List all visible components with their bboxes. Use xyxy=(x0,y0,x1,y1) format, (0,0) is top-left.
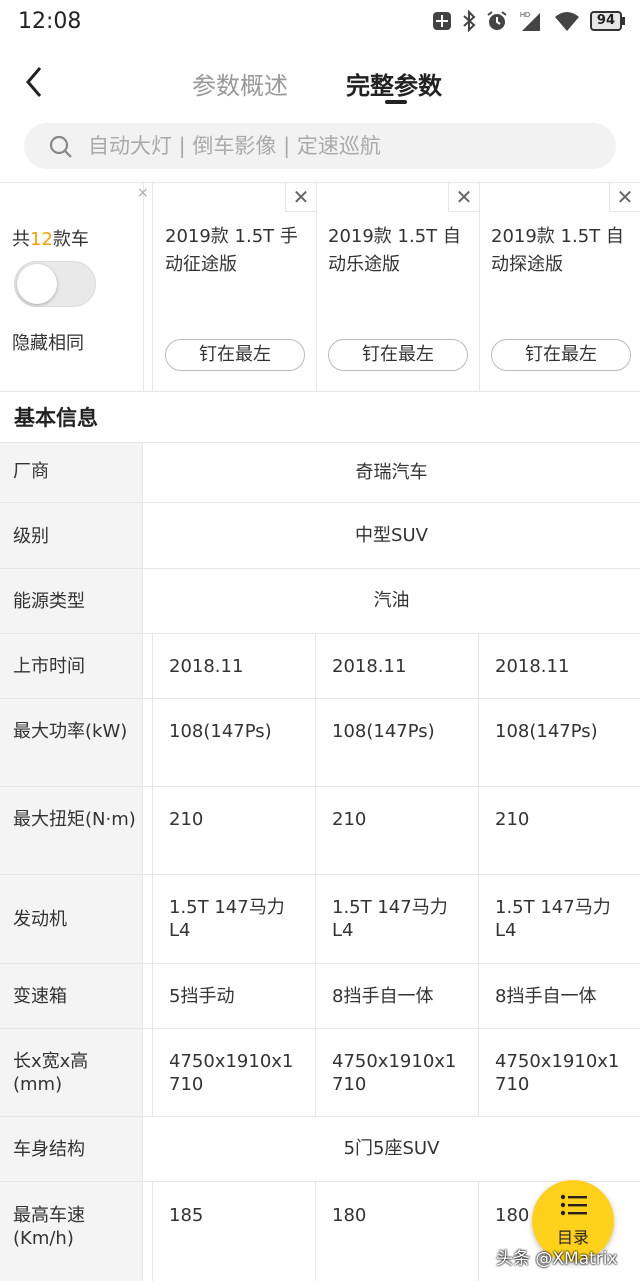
model-name: 2019款 1.5T 自动探途版 xyxy=(491,226,624,275)
model-column: ✕ 2019款 1.5T 自动探途版 钉在最左 xyxy=(479,183,640,391)
plus-box-icon xyxy=(432,12,451,30)
param-cell: 210 xyxy=(153,787,316,874)
pin-left-button[interactable]: 钉在最左 xyxy=(491,339,631,371)
close-icon: × xyxy=(137,185,149,201)
param-value: 5门5座SUV xyxy=(343,1138,440,1159)
param-cell: 1.5T 147马力 L4 xyxy=(316,875,479,963)
alarm-icon xyxy=(487,11,507,30)
param-label: 车身结构 xyxy=(0,1117,143,1181)
param-label: 厂商 xyxy=(0,443,143,502)
search-bar[interactable] xyxy=(24,123,616,169)
param-label: 上市时间 xyxy=(0,634,143,698)
bluetooth-icon xyxy=(463,10,476,32)
scrolled-column-edge xyxy=(143,183,153,391)
model-name: 2019款 1.5T 自动乐途版 xyxy=(328,226,461,275)
wifi-icon xyxy=(554,12,579,31)
param-row: 上市时间 2018.11 2018.11 2018.11 xyxy=(0,633,640,698)
top-nav: 参数概述 完整参数 xyxy=(0,44,640,120)
param-label: 变速箱 xyxy=(0,964,143,1028)
section-title: 基本信息 xyxy=(14,406,98,430)
hide-same-label: 隐藏相同 xyxy=(12,333,84,354)
list-icon xyxy=(560,1194,587,1216)
column-edge xyxy=(143,964,153,1028)
close-icon[interactable]: ✕ xyxy=(448,183,479,212)
param-label: 最大扭矩(N·m) xyxy=(0,787,143,874)
param-value: 奇瑞汽车 xyxy=(355,462,428,483)
svg-text:HD: HD xyxy=(520,12,530,19)
toggle-knob xyxy=(17,264,57,304)
status-time: 12:08 xyxy=(18,9,82,34)
column-edge xyxy=(143,1029,153,1116)
model-name: 2019款 1.5T 手动征途版 xyxy=(165,226,298,275)
param-cell: 1.5T 147马力 L4 xyxy=(153,875,316,963)
column-edge xyxy=(143,699,153,786)
param-cell: 4750x1910x1710 xyxy=(316,1029,479,1116)
param-row: 发动机 1.5T 147马力 L4 1.5T 147马力 L4 1.5T 147… xyxy=(0,874,640,963)
column-edge xyxy=(143,634,153,698)
param-cell: 1.5T 147马力 L4 xyxy=(495,897,611,941)
search-icon xyxy=(49,135,72,158)
param-row: 最大功率(kW) 108(147Ps) 108(147Ps) 108(147Ps… xyxy=(0,698,640,786)
filter-panel: 共12款车 隐藏相同 xyxy=(0,183,144,391)
param-label: 发动机 xyxy=(0,875,143,963)
status-bar: 12:08 HD 94 xyxy=(0,0,640,44)
active-tab-indicator xyxy=(385,100,407,104)
tab-summary[interactable]: 参数概述 xyxy=(192,66,288,101)
param-row: 厂商 奇瑞汽车 xyxy=(0,442,640,502)
param-row: 变速箱 5挡手动 8挡手自一体 8挡手自一体 xyxy=(0,963,640,1028)
param-cell: 4750x1910x1710 xyxy=(495,1051,620,1095)
back-arrow-icon[interactable] xyxy=(20,62,50,102)
watermark: 头条 @XMatrix xyxy=(496,1249,618,1269)
param-value: 中型SUV xyxy=(355,525,428,546)
param-cell: 210 xyxy=(316,787,479,874)
param-cell: 8挡手自一体 xyxy=(316,964,479,1028)
param-label: 最大功率(kW) xyxy=(0,699,143,786)
param-cell: 108(147Ps) xyxy=(153,699,316,786)
param-cell: 5挡手动 xyxy=(153,964,316,1028)
param-row: 长x宽x高(mm) 4750x1910x1710 4750x1910x1710 … xyxy=(0,1028,640,1116)
column-edge xyxy=(143,875,153,963)
model-column: ✕ 2019款 1.5T 自动乐途版 钉在最左 xyxy=(316,183,480,391)
param-cell: 2018.11 xyxy=(495,656,570,677)
param-cell: 4750x1910x1710 xyxy=(153,1029,316,1116)
param-cell: 210 xyxy=(495,809,530,830)
column-edge xyxy=(143,1182,153,1281)
pin-left-button[interactable]: 钉在最左 xyxy=(165,339,305,371)
battery-indicator: 94 xyxy=(589,11,626,31)
status-icons: HD 94 xyxy=(432,10,626,32)
search-input[interactable] xyxy=(88,123,588,169)
param-cell: 108(147Ps) xyxy=(316,699,479,786)
param-cell: 2018.11 xyxy=(153,634,316,698)
param-cell: 180 xyxy=(316,1182,479,1281)
param-row: 能源类型 汽油 xyxy=(0,568,640,633)
param-label: 长x宽x高(mm) xyxy=(0,1029,143,1116)
pin-left-button[interactable]: 钉在最左 xyxy=(328,339,468,371)
param-cell: 185 xyxy=(153,1182,316,1281)
param-cell: 2018.11 xyxy=(316,634,479,698)
model-column: ✕ 2019款 1.5T 手动征途版 钉在最左 xyxy=(153,183,317,391)
hide-same-toggle[interactable] xyxy=(14,261,96,307)
param-row: 最大扭矩(N·m) 210 210 210 xyxy=(0,786,640,874)
signal-icon: HD xyxy=(520,12,540,31)
param-label: 最高车速(Km/h) xyxy=(0,1182,143,1281)
param-cell: 108(147Ps) xyxy=(495,721,598,742)
model-compare-header: 共12款车 隐藏相同 × ✕ 2019款 1.5T 手动征途版 钉在最左 ✕ 2… xyxy=(0,182,640,392)
param-cell: 8挡手自一体 xyxy=(495,986,597,1007)
param-row: 级别 中型SUV xyxy=(0,502,640,568)
model-count: 共12款车 xyxy=(12,229,89,250)
close-icon[interactable]: ✕ xyxy=(285,183,316,212)
param-label: 级别 xyxy=(0,503,143,568)
param-value: 汽油 xyxy=(373,590,410,611)
column-edge xyxy=(143,787,153,874)
close-icon[interactable]: ✕ xyxy=(609,183,640,212)
param-row: 车身结构 5门5座SUV xyxy=(0,1116,640,1181)
param-label: 能源类型 xyxy=(0,569,143,633)
tab-full-params[interactable]: 完整参数 xyxy=(346,66,442,101)
